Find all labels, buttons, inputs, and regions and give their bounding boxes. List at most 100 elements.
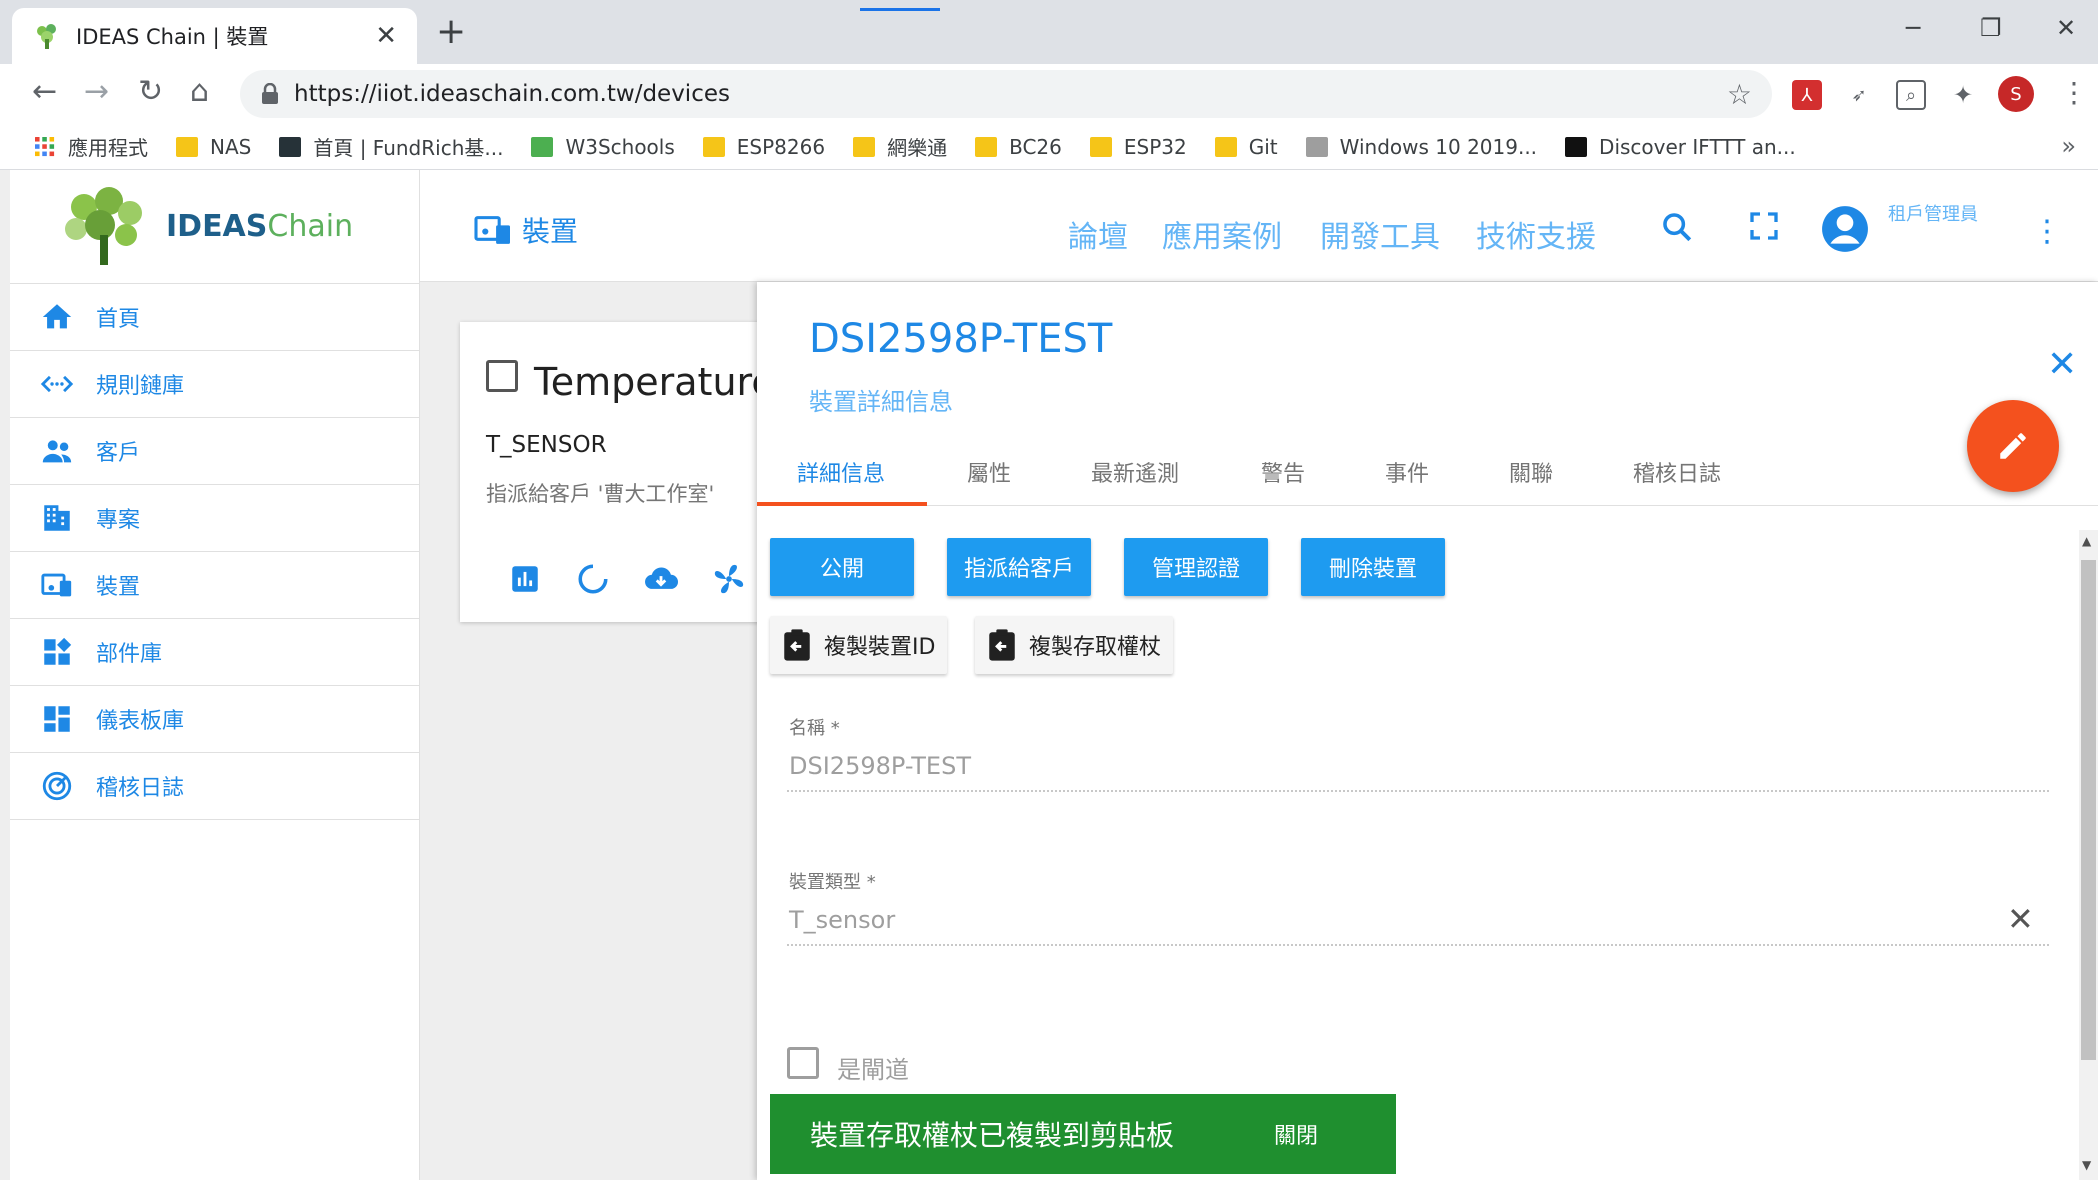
site-favicon-icon xyxy=(1305,136,1328,157)
bookmark-fundrich[interactable]: 首頁 | FundRich基... xyxy=(279,132,503,161)
scroll-up-icon[interactable]: ▲ xyxy=(2082,534,2091,548)
folder-icon xyxy=(176,136,198,157)
browser-menu-icon[interactable]: ⋮ xyxy=(2060,76,2088,109)
clear-device-type-icon[interactable]: ✕ xyxy=(2007,900,2034,938)
name-field-label: 名稱 * xyxy=(789,718,840,739)
sidebar-item-widgets[interactable]: 部件庫 xyxy=(10,619,419,686)
bookmark-git[interactable]: Git xyxy=(1214,134,1278,159)
fan-icon[interactable] xyxy=(712,562,746,596)
refresh-circle-icon[interactable] xyxy=(576,562,610,596)
home-button-icon[interactable]: ⌂ xyxy=(190,77,209,107)
dashboard-icon xyxy=(44,706,70,732)
forward-icon[interactable]: → xyxy=(84,77,109,107)
profile-avatar[interactable]: S xyxy=(1998,76,2034,112)
nav-link-dev-tools[interactable]: 開發工具 xyxy=(1320,212,1440,256)
tab-alarms[interactable]: 警告 xyxy=(1261,456,1305,488)
minimize-icon[interactable]: ─ xyxy=(1906,14,1920,42)
apps-grid-icon xyxy=(35,136,55,156)
tab-audit-logs[interactable]: 稽核日誌 xyxy=(1633,456,1721,488)
sidebar-item-rule-chains[interactable]: 規則鏈庫 xyxy=(10,351,419,418)
account-circle-icon[interactable] xyxy=(1820,204,1870,254)
restore-icon[interactable]: ❐ xyxy=(1980,14,2002,42)
nav-link-use-cases[interactable]: 應用案例 xyxy=(1162,212,1282,256)
bookmark-esp8266[interactable]: ESP8266 xyxy=(702,134,826,159)
search-extension-icon[interactable]: ⌕ xyxy=(1896,80,1926,110)
ideaschain-logo[interactable]: IDEASChain xyxy=(10,170,419,284)
assign-customer-button[interactable]: 指派給客戶 xyxy=(947,538,1091,596)
snackbar-close-button[interactable]: 關閉 xyxy=(1274,1118,1318,1150)
sidebar-item-label: 專案 xyxy=(96,508,141,533)
bookmark-label: Git xyxy=(1248,134,1278,159)
tab-details[interactable]: 詳細信息 xyxy=(797,456,885,488)
chart-icon[interactable] xyxy=(508,562,542,596)
search-icon[interactable] xyxy=(1660,210,1694,244)
back-icon[interactable]: ← xyxy=(32,77,57,107)
bookmark-esp32[interactable]: ESP32 xyxy=(1089,135,1187,159)
close-panel-icon[interactable]: ✕ xyxy=(2047,344,2077,385)
more-menu-icon[interactable]: ⋮ xyxy=(2032,214,2062,249)
name-field[interactable]: DSI2598P-TEST xyxy=(789,752,971,780)
fundrich-favicon-icon xyxy=(279,136,302,157)
gateway-checkbox-label: 是閘道 xyxy=(837,1056,909,1084)
panel-scrollbar[interactable]: ▲ ▼ xyxy=(2079,530,2098,1180)
nav-link-forum[interactable]: 論壇 xyxy=(1068,212,1128,256)
scroll-down-icon[interactable]: ▼ xyxy=(2082,1158,2091,1172)
copy-access-token-button[interactable]: 複製存取權杖 xyxy=(975,616,1174,674)
sidebar-item-audit-logs[interactable]: 稽核日誌 xyxy=(10,753,419,820)
sidebar-item-devices[interactable]: 裝置 xyxy=(10,552,419,619)
ideaschain-favicon-icon xyxy=(37,24,56,49)
rocket-extension-icon[interactable]: ➶ xyxy=(1844,80,1874,110)
bookmark-nas[interactable]: NAS xyxy=(176,135,251,159)
bookmark-windows10[interactable]: Windows 10 2019... xyxy=(1305,134,1538,159)
bookmark-wangletong[interactable]: 網樂通 xyxy=(853,132,947,161)
tab-latest-telemetry[interactable]: 最新遙測 xyxy=(1091,456,1179,488)
copy-access-token-label: 複製存取權杖 xyxy=(1029,635,1162,660)
device-type-field[interactable]: T_sensor xyxy=(789,906,895,934)
nav-link-support[interactable]: 技術支援 xyxy=(1476,212,1596,256)
address-bar[interactable]: https://iiot.ideaschain.com.tw/devices ☆ xyxy=(240,70,1772,118)
delete-device-button[interactable]: 刪除裝置 xyxy=(1301,538,1445,596)
bookmark-bc26[interactable]: BC26 xyxy=(975,135,1062,159)
copy-device-id-button[interactable]: 複製裝置ID xyxy=(770,616,948,674)
tab-relations[interactable]: 關聯 xyxy=(1509,456,1553,488)
cloud-download-icon[interactable] xyxy=(644,562,678,596)
device-card-actions xyxy=(508,562,746,596)
browser-tab[interactable]: IDEAS Chain | 裝置 ✕ xyxy=(12,8,417,64)
devices-icon xyxy=(41,573,72,597)
sidebar: IDEASChain 首頁 規則鏈庫 客戶 專案 裝置 部件庫 儀表板庫 稽核日… xyxy=(10,170,420,1180)
sidebar-item-customers[interactable]: 客戶 xyxy=(10,418,419,485)
lock-icon xyxy=(262,83,278,104)
bookmarks-overflow-icon[interactable]: » xyxy=(2061,132,2076,160)
page-title-text: 裝置 xyxy=(522,215,579,248)
details-tabs: 詳細信息 屬性 最新遙測 警告 事件 關聯 稽核日誌 xyxy=(757,432,2098,506)
bookmark-ifttt[interactable]: Discover IFTTT an... xyxy=(1565,135,1796,159)
bookmark-w3schools[interactable]: W3Schools xyxy=(531,135,675,159)
bookmark-label: Windows 10 2019... xyxy=(1339,134,1538,159)
manage-credentials-button[interactable]: 管理認證 xyxy=(1124,538,1268,596)
browser-tabstrip: IDEAS Chain | 裝置 ✕ + ─ ❐ ✕ xyxy=(0,0,2098,64)
bookmark-apps[interactable]: 應用程式 xyxy=(34,132,148,161)
sidebar-item-home[interactable]: 首頁 xyxy=(10,284,419,351)
new-tab-icon[interactable]: + xyxy=(436,14,466,50)
folder-icon xyxy=(853,136,876,157)
tab-attributes[interactable]: 屬性 xyxy=(967,456,1011,488)
sidebar-item-dashboards[interactable]: 儀表板庫 xyxy=(10,686,419,753)
bookmark-star-icon[interactable]: ☆ xyxy=(1727,78,1752,111)
bookmark-label: ESP8266 xyxy=(736,134,826,159)
window-close-icon[interactable]: ✕ xyxy=(2056,14,2076,42)
sidebar-item-projects[interactable]: 專案 xyxy=(10,485,419,552)
scroll-thumb[interactable] xyxy=(2081,560,2096,1060)
w3schools-favicon-icon xyxy=(531,136,554,157)
reload-icon[interactable]: ↻ xyxy=(138,77,163,107)
device-select-checkbox[interactable] xyxy=(486,360,518,392)
code-arrows-icon xyxy=(40,375,74,393)
pdf-extension-icon[interactable]: ⅄ xyxy=(1792,80,1822,110)
tab-close-icon[interactable]: ✕ xyxy=(375,21,397,51)
folder-icon xyxy=(975,136,998,157)
extensions-puzzle-icon[interactable]: ✦ xyxy=(1948,80,1978,110)
tab-events[interactable]: 事件 xyxy=(1385,456,1429,488)
fullscreen-icon[interactable] xyxy=(1748,210,1780,242)
device-card[interactable]: Temperature T_SENSOR 指派給客戶 '曹大工作室' xyxy=(460,322,800,622)
gateway-checkbox[interactable] xyxy=(787,1047,819,1079)
make-public-button[interactable]: 公開 xyxy=(770,538,914,596)
